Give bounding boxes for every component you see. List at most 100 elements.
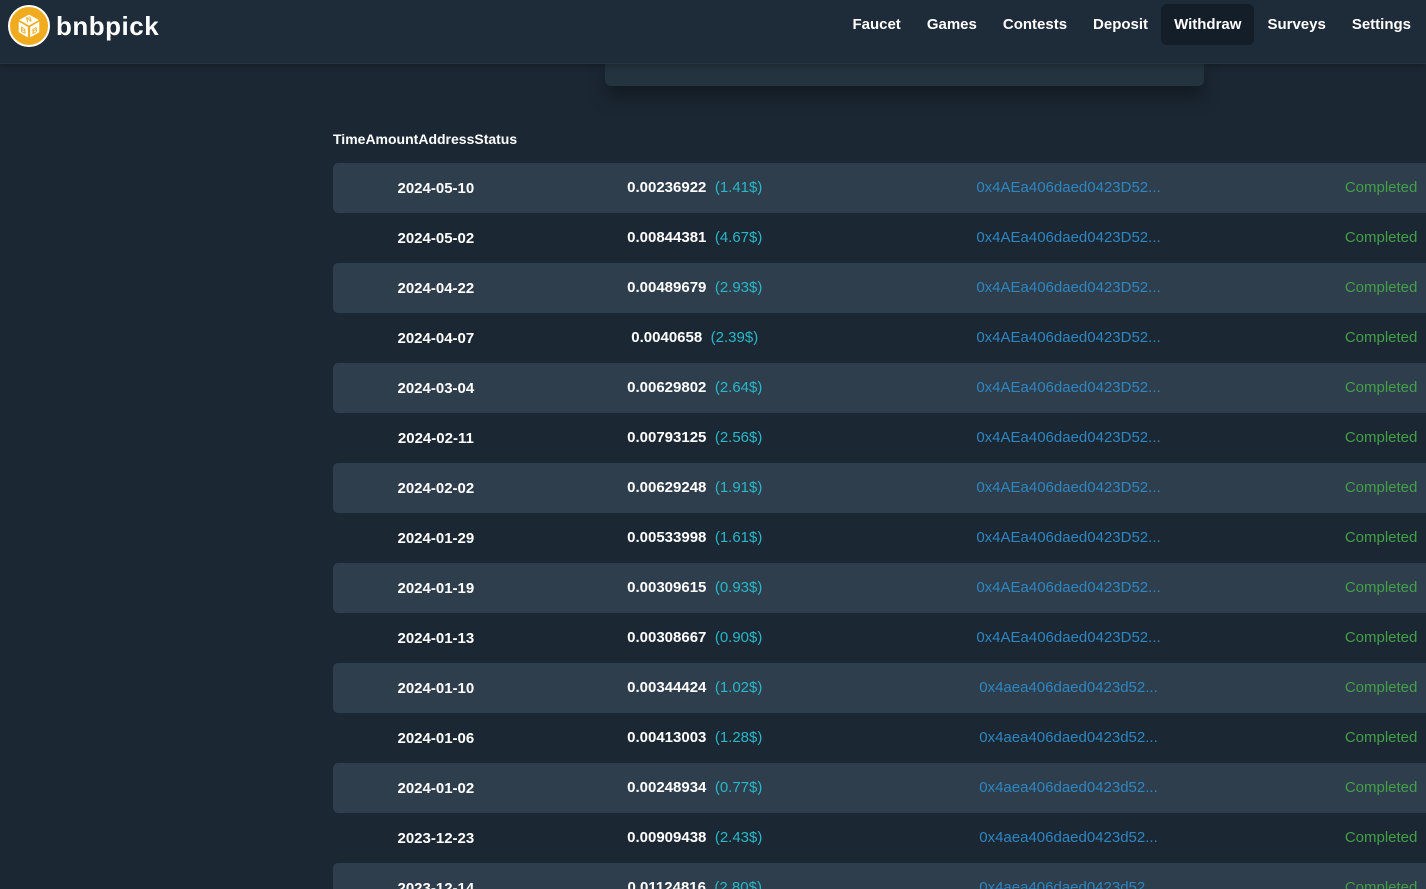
withdrawal-time: 2024-01-02 bbox=[333, 780, 539, 797]
withdrawal-amount: 0.00489679 bbox=[627, 279, 706, 296]
top-navbar: N B B bnbpick Faucet Games Contests Depo… bbox=[0, 0, 1426, 64]
withdrawal-amount: 0.00909438 bbox=[627, 829, 706, 846]
withdrawal-usd-value: (1.28$) bbox=[715, 729, 763, 746]
withdrawal-address-cell: 0x4AEa406daed0423D52... bbox=[851, 279, 1286, 297]
withdrawal-amount-cell: 0.00248934 (0.77$) bbox=[539, 779, 851, 797]
withdrawal-status-cell: Completed bbox=[1286, 679, 1426, 697]
withdrawal-usd-value: (2.43$) bbox=[715, 829, 763, 846]
column-header-address: Address bbox=[418, 131, 474, 147]
nav-item-settings[interactable]: Settings bbox=[1339, 4, 1424, 45]
brand-name: bnbpick bbox=[56, 11, 159, 42]
brand-logo[interactable]: N B B bnbpick bbox=[0, 0, 159, 48]
withdrawal-amount: 0.00248934 bbox=[627, 779, 706, 796]
table-row: 2024-01-29 0.00533998 (1.61$) 0x4AEa406d… bbox=[333, 513, 1426, 563]
withdrawal-status: Completed bbox=[1345, 279, 1418, 296]
table-row: 2024-01-02 0.00248934 (0.77$) 0x4aea406d… bbox=[333, 763, 1426, 813]
withdrawal-status-cell: Completed bbox=[1286, 529, 1426, 547]
withdrawal-status: Completed bbox=[1345, 529, 1418, 546]
nav-item-surveys[interactable]: Surveys bbox=[1254, 4, 1338, 45]
table-body: 2024-05-10 0.00236922 (1.41$) 0x4AEa406d… bbox=[333, 163, 1426, 889]
withdrawal-amount-cell: 0.00909438 (2.43$) bbox=[539, 829, 851, 847]
withdrawal-usd-value: (2.56$) bbox=[715, 429, 763, 446]
table-row: 2024-01-10 0.00344424 (1.02$) 0x4aea406d… bbox=[333, 663, 1426, 713]
withdrawal-status: Completed bbox=[1345, 179, 1418, 196]
withdrawal-usd-value: (0.90$) bbox=[715, 629, 763, 646]
withdrawal-status: Completed bbox=[1345, 679, 1418, 696]
withdrawal-time: 2023-12-14 bbox=[333, 880, 539, 889]
withdrawal-amount-cell: 0.00344424 (1.02$) bbox=[539, 679, 851, 697]
withdrawal-time: 2024-05-10 bbox=[333, 180, 539, 197]
withdrawal-address-link[interactable]: 0x4AEa406daed0423D52... bbox=[976, 329, 1160, 346]
withdrawal-amount: 0.00793125 bbox=[627, 429, 706, 446]
nav-item-contests[interactable]: Contests bbox=[990, 4, 1080, 45]
table-row: 2024-05-10 0.00236922 (1.41$) 0x4AEa406d… bbox=[333, 163, 1426, 213]
withdrawal-status: Completed bbox=[1345, 579, 1418, 596]
withdraw-card-bottom-edge bbox=[605, 64, 1204, 86]
withdrawal-status-cell: Completed bbox=[1286, 479, 1426, 497]
withdrawal-time: 2024-01-10 bbox=[333, 680, 539, 697]
withdrawal-address-link[interactable]: 0x4aea406daed0423d52... bbox=[979, 729, 1158, 746]
withdrawal-amount-cell: 0.0040658 (2.39$) bbox=[539, 329, 851, 347]
bnb-cube-icon: N B B bbox=[8, 5, 50, 47]
withdrawal-status: Completed bbox=[1345, 329, 1418, 346]
withdrawal-amount: 0.0040658 bbox=[631, 329, 702, 346]
table-row: 2024-04-22 0.00489679 (2.93$) 0x4AEa406d… bbox=[333, 263, 1426, 313]
withdrawal-address-link[interactable]: 0x4AEa406daed0423D52... bbox=[976, 529, 1160, 546]
withdrawal-address-link[interactable]: 0x4AEa406daed0423D52... bbox=[976, 629, 1160, 646]
nav-item-deposit[interactable]: Deposit bbox=[1080, 4, 1161, 45]
withdrawal-amount: 0.00629802 bbox=[627, 379, 706, 396]
withdrawal-address-link[interactable]: 0x4AEa406daed0423D52... bbox=[976, 429, 1160, 446]
withdrawal-address-link[interactable]: 0x4AEa406daed0423D52... bbox=[976, 579, 1160, 596]
withdrawal-address-link[interactable]: 0x4AEa406daed0423D52... bbox=[976, 179, 1160, 196]
withdrawal-amount: 0.00413003 bbox=[627, 729, 706, 746]
withdrawal-address-cell: 0x4AEa406daed0423D52... bbox=[851, 529, 1286, 547]
withdrawal-time: 2024-01-06 bbox=[333, 730, 539, 747]
withdrawal-time: 2024-04-07 bbox=[333, 330, 539, 347]
withdrawal-usd-value: (2.64$) bbox=[715, 379, 763, 396]
withdrawal-amount-cell: 0.00533998 (1.61$) bbox=[539, 529, 851, 547]
table-row: 2023-12-14 0.01124816 (2.80$) 0x4aea406d… bbox=[333, 863, 1426, 889]
withdrawal-time: 2024-05-02 bbox=[333, 230, 539, 247]
withdrawal-time: 2024-01-29 bbox=[333, 530, 539, 547]
withdrawal-address-link[interactable]: 0x4AEa406daed0423D52... bbox=[976, 479, 1160, 496]
svg-text:N: N bbox=[25, 14, 33, 24]
withdrawal-address-link[interactable]: 0x4AEa406daed0423D52... bbox=[976, 229, 1160, 246]
withdrawal-address-cell: 0x4AEa406daed0423D52... bbox=[851, 579, 1286, 597]
column-header-status: Status bbox=[474, 131, 517, 147]
withdrawal-amount-cell: 0.00793125 (2.56$) bbox=[539, 429, 851, 447]
withdrawal-address-cell: 0x4AEa406daed0423D52... bbox=[851, 329, 1286, 347]
withdrawal-address-cell: 0x4aea406daed0423d52... bbox=[851, 779, 1286, 797]
withdrawal-status-cell: Completed bbox=[1286, 279, 1426, 297]
withdrawal-status-cell: Completed bbox=[1286, 779, 1426, 797]
withdrawal-amount-cell: 0.00629802 (2.64$) bbox=[539, 379, 851, 397]
withdrawal-amount: 0.00236922 bbox=[627, 179, 706, 196]
withdrawal-address-link[interactable]: 0x4AEa406daed0423D52... bbox=[976, 379, 1160, 396]
withdrawal-status-cell: Completed bbox=[1286, 579, 1426, 597]
withdrawal-usd-value: (0.93$) bbox=[715, 579, 763, 596]
withdrawal-usd-value: (1.41$) bbox=[715, 179, 763, 196]
withdrawal-amount-cell: 0.00844381 (4.67$) bbox=[539, 229, 851, 247]
withdrawal-status: Completed bbox=[1345, 829, 1418, 846]
withdrawal-address-cell: 0x4AEa406daed0423D52... bbox=[851, 479, 1286, 497]
withdrawal-address-cell: 0x4aea406daed0423d52... bbox=[851, 679, 1286, 697]
withdrawal-address-link[interactable]: 0x4AEa406daed0423D52... bbox=[976, 279, 1160, 296]
withdrawal-address-link[interactable]: 0x4aea406daed0423d52... bbox=[979, 879, 1158, 889]
withdrawal-address-link[interactable]: 0x4aea406daed0423d52... bbox=[979, 779, 1158, 796]
withdrawal-address-link[interactable]: 0x4aea406daed0423d52... bbox=[979, 679, 1158, 696]
withdrawal-amount-cell: 0.00308667 (0.90$) bbox=[539, 629, 851, 647]
nav-item-withdraw[interactable]: Withdraw bbox=[1161, 4, 1254, 45]
withdrawal-status-cell: Completed bbox=[1286, 879, 1426, 889]
withdrawal-status: Completed bbox=[1345, 379, 1418, 396]
withdrawal-time: 2024-04-22 bbox=[333, 280, 539, 297]
nav-item-faucet[interactable]: Faucet bbox=[839, 4, 913, 45]
withdrawal-status: Completed bbox=[1345, 779, 1418, 796]
withdrawal-status: Completed bbox=[1345, 229, 1418, 246]
table-row: 2024-05-02 0.00844381 (4.67$) 0x4AEa406d… bbox=[333, 213, 1426, 263]
nav-item-games[interactable]: Games bbox=[914, 4, 990, 45]
withdrawal-time: 2024-01-19 bbox=[333, 580, 539, 597]
withdrawal-amount-cell: 0.00629248 (1.91$) bbox=[539, 479, 851, 497]
withdrawal-address-link[interactable]: 0x4aea406daed0423d52... bbox=[979, 829, 1158, 846]
withdrawal-status-cell: Completed bbox=[1286, 329, 1426, 347]
table-row: 2024-01-19 0.00309615 (0.93$) 0x4AEa406d… bbox=[333, 563, 1426, 613]
column-header-amount: Amount bbox=[365, 131, 418, 147]
